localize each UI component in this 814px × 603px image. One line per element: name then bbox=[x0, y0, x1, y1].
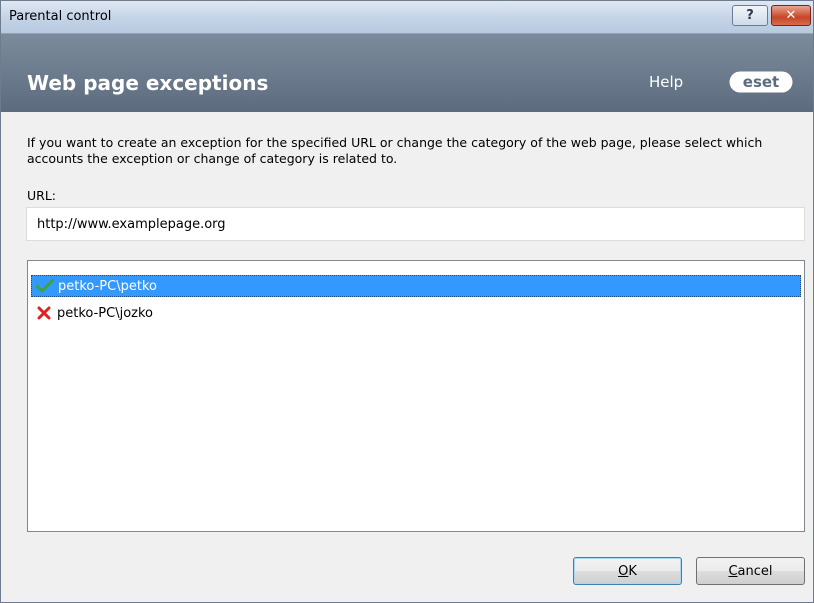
question-icon: ? bbox=[746, 8, 754, 23]
accounts-list[interactable]: petko-PC\petko petko-PC\jozko bbox=[27, 260, 805, 532]
account-row-petko[interactable]: petko-PC\petko bbox=[31, 275, 801, 297]
help-title-button[interactable]: ? bbox=[732, 5, 768, 26]
account-label: petko-PC\petko bbox=[58, 278, 157, 294]
eset-logo: eset bbox=[729, 71, 793, 93]
eset-logo-text: eset bbox=[743, 73, 779, 91]
parental-control-dialog: Parental control ? ✕ Web page exceptions… bbox=[0, 0, 814, 603]
ok-button[interactable]: OK bbox=[573, 557, 682, 585]
check-icon bbox=[34, 276, 56, 296]
window-title: Parental control bbox=[9, 9, 112, 24]
cancel-label-rest: ancel bbox=[737, 563, 773, 579]
page-title: Web page exceptions bbox=[27, 71, 269, 95]
close-button[interactable]: ✕ bbox=[771, 5, 811, 26]
dialog-content: If you want to create an exception for t… bbox=[1, 113, 813, 602]
title-bar[interactable]: Parental control ? ✕ bbox=[1, 1, 813, 34]
description-text: If you want to create an exception for t… bbox=[27, 135, 763, 166]
help-link[interactable]: Help bbox=[649, 73, 683, 91]
ok-label-rest: K bbox=[628, 563, 637, 579]
account-label: petko-PC\jozko bbox=[57, 305, 154, 321]
account-row-jozko[interactable]: petko-PC\jozko bbox=[31, 302, 801, 324]
ok-mnemonic: O bbox=[618, 563, 629, 579]
url-input[interactable] bbox=[26, 207, 805, 241]
url-label: URL: bbox=[27, 188, 57, 203]
dialog-header: Web page exceptions Help eset bbox=[1, 34, 813, 112]
cancel-mnemonic: C bbox=[728, 563, 738, 579]
cross-icon bbox=[33, 303, 55, 323]
cancel-button[interactable]: Cancel bbox=[696, 557, 805, 585]
close-icon: ✕ bbox=[785, 8, 797, 23]
